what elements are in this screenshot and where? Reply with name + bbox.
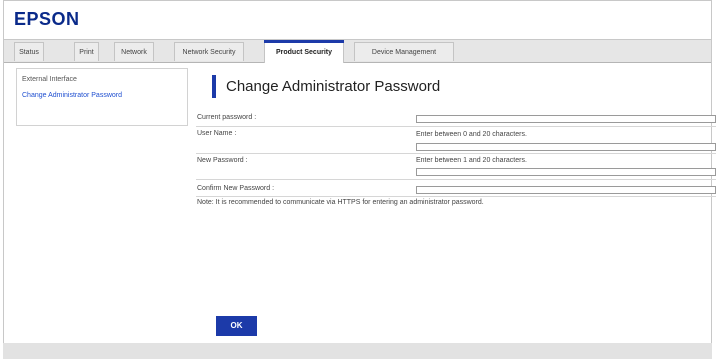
new-password-hint: Enter between 1 and 20 characters. <box>416 157 527 164</box>
https-note: Note: It is recommended to communicate v… <box>197 199 484 206</box>
confirm-password-input[interactable] <box>416 186 716 194</box>
sidebar-item-external-interface[interactable]: External Interface <box>22 76 77 83</box>
user-name-label: User Name : <box>197 130 237 137</box>
confirm-password-label: Confirm New Password : <box>197 185 275 192</box>
ok-button[interactable]: OK <box>216 316 257 336</box>
separator <box>196 196 716 197</box>
user-name-hint: Enter between 0 and 20 characters. <box>416 131 527 138</box>
tab-print[interactable]: Print <box>74 42 99 61</box>
epson-logo: EPSON <box>14 9 80 29</box>
separator <box>196 126 716 127</box>
footer-bar <box>3 343 712 359</box>
page-title: Change Administrator Password <box>226 78 441 95</box>
sidebar-item-change-admin-password[interactable]: Change Administrator Password <box>22 92 122 99</box>
separator <box>196 153 716 154</box>
new-password-input[interactable] <box>416 168 716 176</box>
tab-network-security[interactable]: Network Security <box>174 42 244 61</box>
header: EPSON <box>4 1 711 39</box>
tab-product-security[interactable]: Product Security <box>264 40 344 63</box>
tab-network[interactable]: Network <box>114 42 154 61</box>
tab-status[interactable]: Status <box>14 42 44 61</box>
new-password-label: New Password : <box>197 157 248 164</box>
current-password-input[interactable] <box>416 115 716 123</box>
separator <box>196 179 716 180</box>
current-password-label: Current password : <box>197 114 257 121</box>
main-window: EPSON Status Print Network Network Secur… <box>3 0 712 355</box>
title-accent-bar <box>212 75 216 98</box>
tab-bar: Status Print Network Network Security Pr… <box>4 39 711 63</box>
user-name-input[interactable] <box>416 143 716 151</box>
tab-device-management[interactable]: Device Management <box>354 42 454 61</box>
